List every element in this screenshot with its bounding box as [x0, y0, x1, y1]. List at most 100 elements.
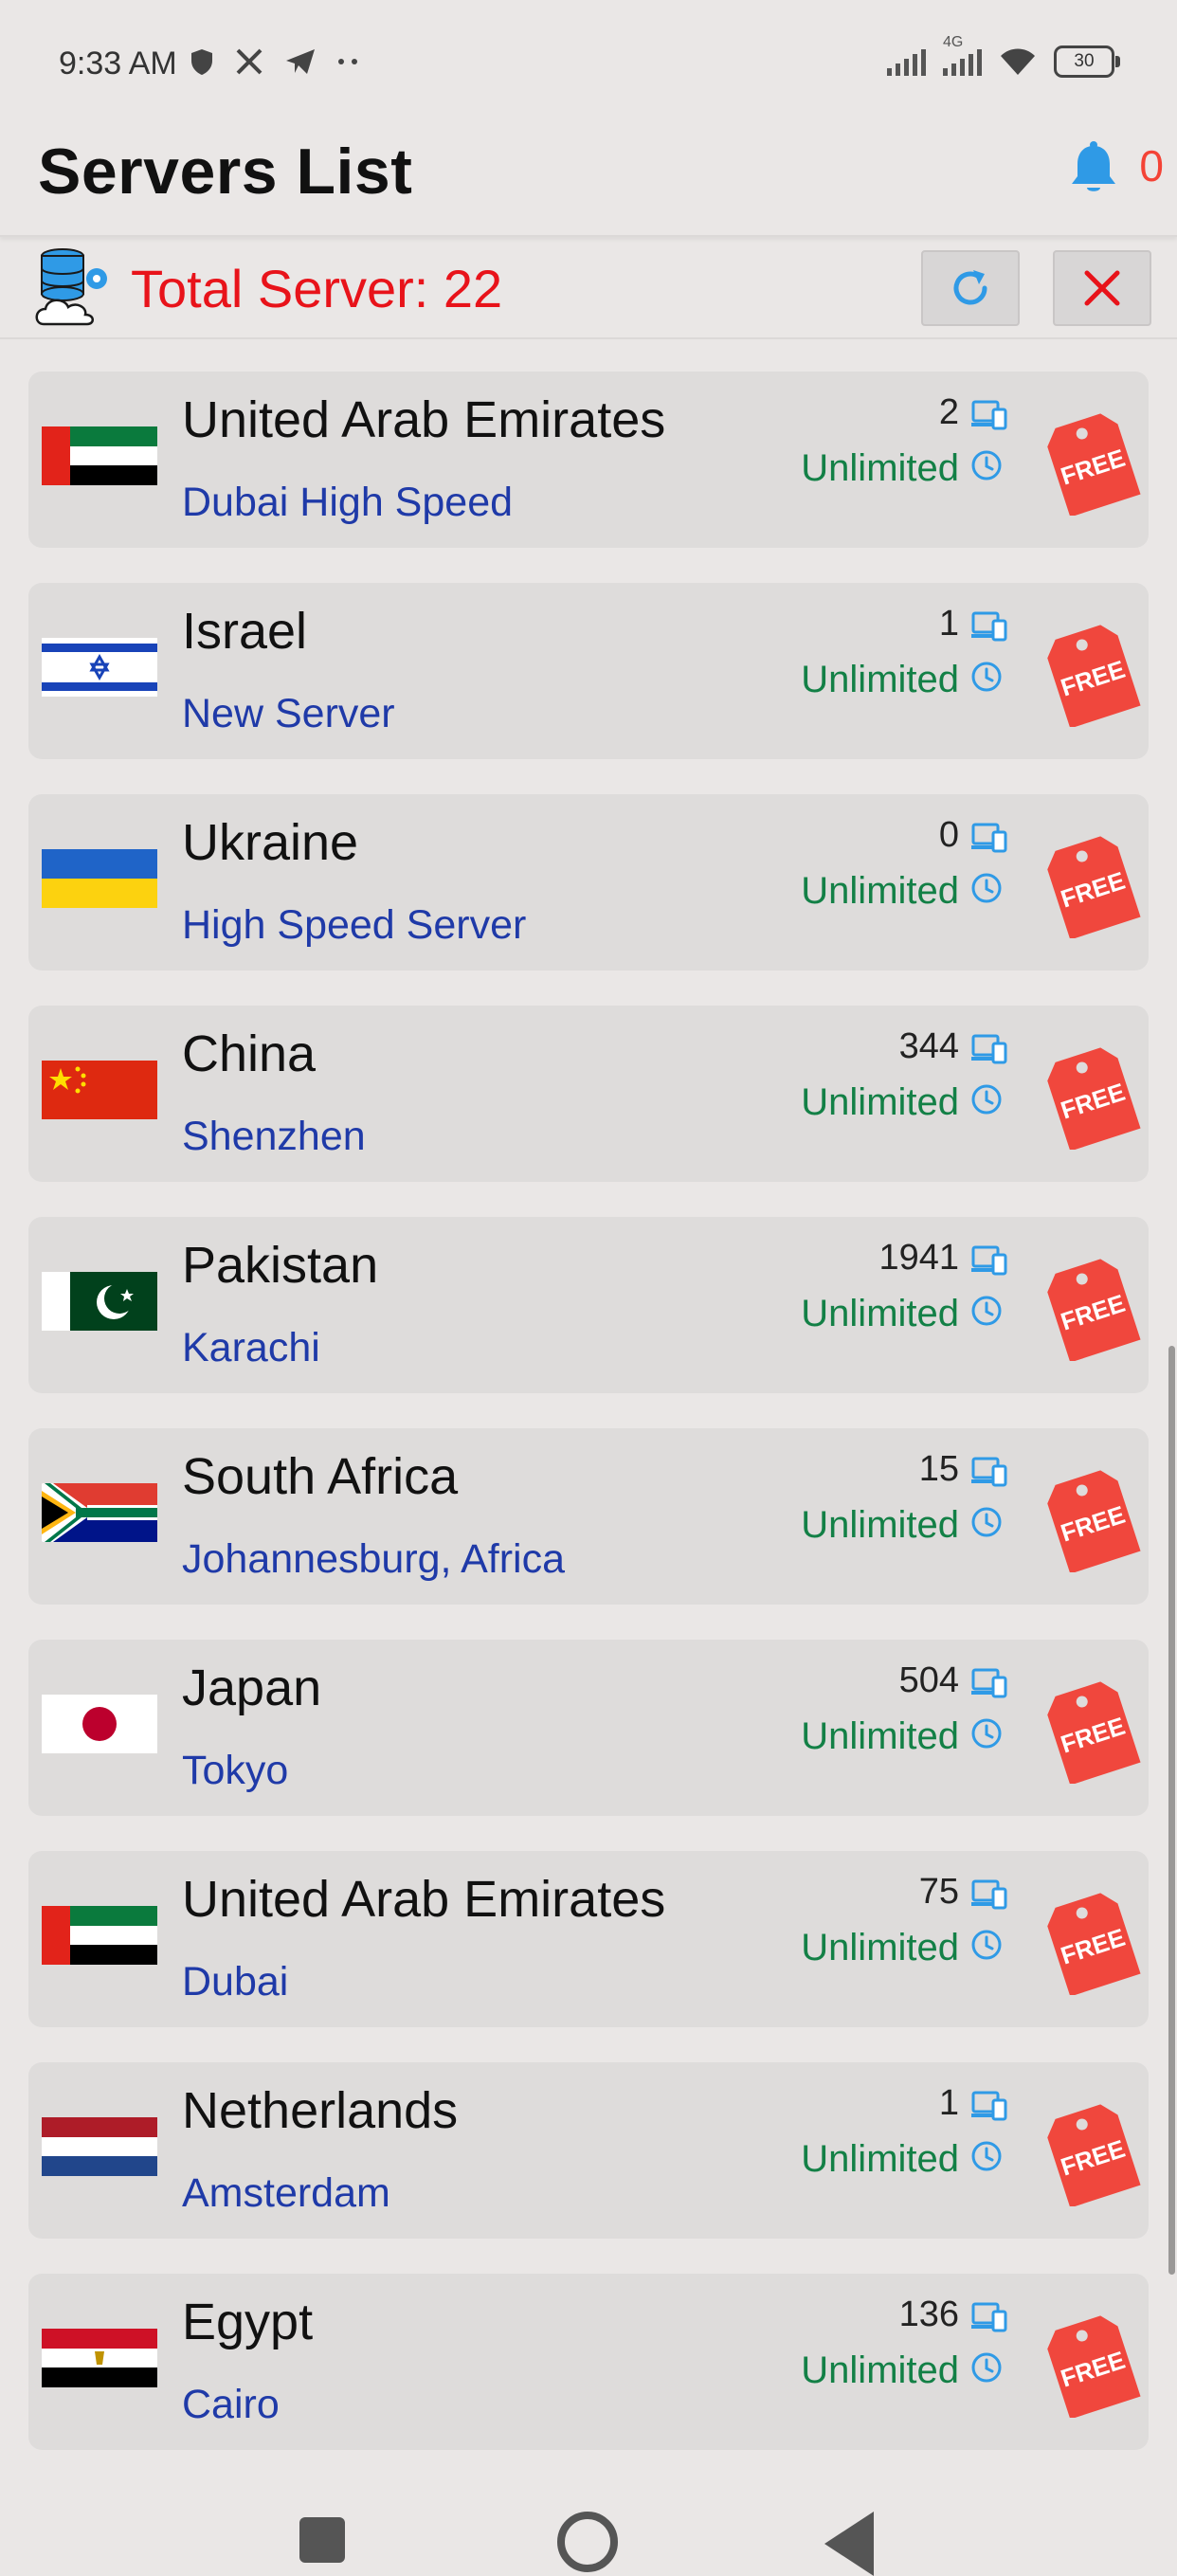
devices-icon: [971, 400, 1007, 430]
devices-icon: [971, 1245, 1007, 1276]
data-limit: Unlimited: [801, 447, 959, 489]
database-cloud-icon: [35, 248, 107, 326]
more-dots-icon: [338, 59, 357, 64]
server-item[interactable]: Japan Tokyo 504 Unlimited FREE: [28, 1640, 1149, 1816]
free-tag-icon: FREE: [1047, 1047, 1141, 1150]
server-city: Shenzhen: [182, 1114, 366, 1159]
server-city: Johannesburg, Africa: [182, 1536, 565, 1582]
flag-pakistan: [42, 1272, 157, 1331]
server-item[interactable]: Ukraine High Speed Server 0 Unlimited FREE: [28, 794, 1149, 971]
status-system-icons: 4G 30: [887, 34, 1120, 78]
connected-users-count: 1: [938, 2083, 959, 2123]
server-city: Karachi: [182, 1325, 320, 1370]
signal-4g-icon: 4G: [943, 34, 982, 76]
free-tag-icon: FREE: [1047, 2104, 1141, 2206]
data-limit: Unlimited: [801, 2349, 959, 2391]
clock-icon: [971, 2141, 1002, 2171]
server-item[interactable]: South Africa Johannesburg, Africa 15 Unlimi…: [28, 1428, 1149, 1605]
shield-icon: [191, 49, 212, 75]
refresh-button[interactable]: [921, 250, 1020, 326]
server-item[interactable]: Egypt Cairo 136 Unlimited FREE: [28, 2274, 1149, 2450]
scrollbar[interactable]: [1168, 1346, 1175, 2275]
server-item[interactable]: United Arab Emirates Dubai 75 Unlimited FREE: [28, 1851, 1149, 2027]
clock-icon: [971, 2352, 1002, 2383]
status-bar: 9:33 AM 4G 30: [0, 0, 1177, 133]
connected-users-count: 344: [898, 1026, 959, 1066]
connected-users-count: 15: [918, 1449, 959, 1489]
server-country: United Arab Emirates: [182, 1871, 666, 1928]
data-limit: Unlimited: [801, 1293, 959, 1334]
flag-china: [42, 1061, 157, 1119]
total-server-bar: Total Server: 22: [0, 237, 1177, 339]
clock-icon: [971, 873, 1002, 903]
clock-icon: [971, 1296, 1002, 1326]
close-button[interactable]: [1053, 250, 1151, 326]
app-bar: Servers List 0: [0, 133, 1177, 237]
data-limit: Unlimited: [801, 870, 959, 912]
notification-count: 0: [1139, 141, 1164, 190]
wifi-icon: [1001, 48, 1035, 75]
connected-users-count: 0: [938, 815, 959, 855]
free-tag-icon: FREE: [1047, 836, 1141, 938]
server-city: Dubai: [182, 1959, 289, 2005]
server-country: Pakistan: [182, 1237, 379, 1294]
flag-japan: [42, 1695, 157, 1753]
flag-southafrica: [42, 1483, 157, 1542]
close-icon: [1084, 270, 1120, 306]
home-button[interactable]: [557, 2512, 618, 2572]
server-item[interactable]: China Shenzhen 344 Unlimited FREE: [28, 1006, 1149, 1182]
server-country: Japan: [182, 1660, 322, 1716]
data-limit: Unlimited: [801, 1504, 959, 1546]
server-item[interactable]: Netherlands Amsterdam 1 Unlimited FREE: [28, 2062, 1149, 2239]
clock-icon: [971, 1718, 1002, 1749]
connected-users-count: 1941: [878, 1238, 959, 1278]
clock-icon: [971, 662, 1002, 692]
free-tag-icon: FREE: [1047, 413, 1141, 516]
data-limit: Unlimited: [801, 1715, 959, 1757]
signal-icon: [887, 47, 926, 76]
server-country: Netherlands: [182, 2082, 459, 2139]
server-country: Israel: [182, 603, 308, 660]
free-tag-icon: FREE: [1047, 1470, 1141, 1572]
free-tag-icon: FREE: [1047, 2315, 1141, 2418]
clock-icon: [971, 1507, 1002, 1537]
back-button[interactable]: [824, 2512, 874, 2576]
clock-icon: [971, 450, 1002, 481]
free-tag-icon: FREE: [1047, 625, 1141, 727]
devices-icon: [971, 1879, 1007, 1910]
connected-users-count: 2: [938, 392, 959, 432]
server-item[interactable]: Pakistan Karachi 1941 Unlimited FREE: [28, 1217, 1149, 1393]
server-country: China: [182, 1025, 317, 1082]
server-country: United Arab Emirates: [182, 391, 666, 448]
recent-apps-button[interactable]: [299, 2517, 345, 2563]
bell-icon[interactable]: [1067, 140, 1120, 197]
clock-icon: [971, 1084, 1002, 1115]
flag-uae: [42, 1906, 157, 1965]
flag-netherlands: [42, 2117, 157, 2176]
devices-icon: [971, 1668, 1007, 1698]
status-notification-icons: [190, 47, 360, 76]
server-country: South Africa: [182, 1448, 459, 1505]
server-city: Tokyo: [182, 1748, 289, 1793]
devices-icon: [971, 823, 1007, 853]
page-title: Servers List: [38, 136, 413, 208]
data-limit: Unlimited: [801, 659, 959, 700]
x-logo-icon: [236, 48, 263, 75]
connected-users-count: 504: [898, 1660, 959, 1700]
server-city: Amsterdam: [182, 2170, 390, 2216]
server-country: Egypt: [182, 2294, 314, 2350]
navigation-bar: [0, 2493, 1177, 2576]
free-tag-icon: FREE: [1047, 1893, 1141, 1995]
server-item[interactable]: Israel New Server 1 Unlimited FREE: [28, 583, 1149, 759]
server-item[interactable]: United Arab Emirates Dubai High Speed 2 Unl…: [28, 372, 1149, 548]
flag-uae: [42, 426, 157, 485]
battery-icon: 30: [1054, 45, 1120, 78]
connected-users-count: 1: [938, 604, 959, 644]
refresh-icon: [953, 270, 987, 305]
devices-icon: [971, 1034, 1007, 1064]
server-list[interactable]: United Arab Emirates Dubai High Speed 2 Unl…: [28, 372, 1149, 2485]
data-limit: Unlimited: [801, 2138, 959, 2180]
server-city: Cairo: [182, 2382, 280, 2427]
devices-icon: [971, 1457, 1007, 1487]
flag-ukraine: [42, 849, 157, 908]
